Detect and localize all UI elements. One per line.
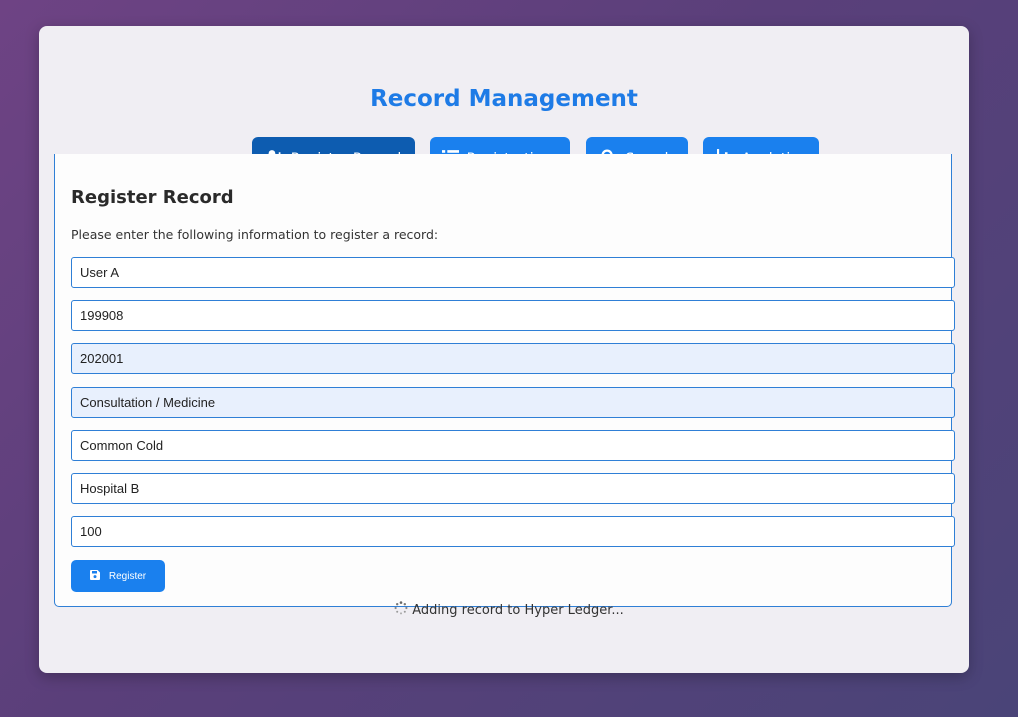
form-instructions: Please enter the following information t… [71, 227, 439, 242]
field-date-of-birth[interactable] [71, 300, 955, 331]
save-icon [89, 569, 100, 583]
field-hospital[interactable] [71, 473, 955, 504]
register-button[interactable]: Register [71, 560, 165, 592]
page-title: Record Management [370, 86, 638, 112]
field-diagnosis[interactable] [71, 430, 955, 461]
field-service-type[interactable] [71, 387, 955, 418]
register-button-label: Register [108, 570, 147, 582]
status-text: Adding record to Hyper Ledger... [412, 602, 624, 618]
field-user[interactable] [71, 257, 955, 288]
field-date[interactable] [71, 343, 955, 374]
field-amount[interactable] [71, 516, 955, 547]
form-heading: Register Record [71, 187, 234, 208]
register-panel: Register Record Please enter the followi… [54, 154, 955, 607]
spinner-icon [394, 601, 408, 619]
status-message: Adding record to Hyper Ledger... [0, 601, 1018, 619]
